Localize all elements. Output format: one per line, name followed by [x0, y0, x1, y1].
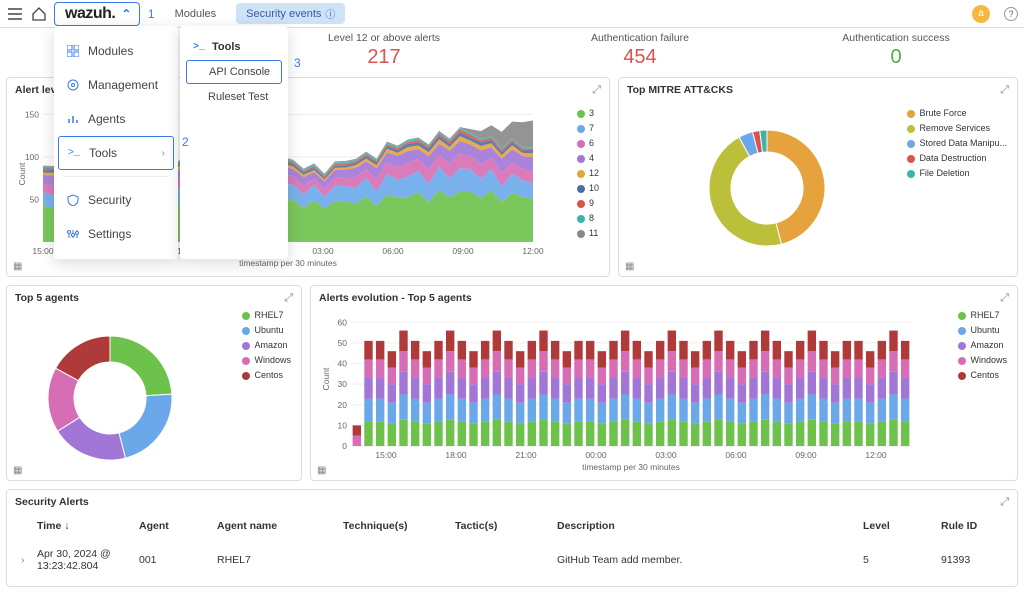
panel-title: Security Alerts [15, 496, 1009, 508]
svg-text:12:00: 12:00 [522, 246, 544, 256]
table-row[interactable]: › Apr 30, 2024 @ 13:23:42.804 001 RHEL7 … [17, 540, 1007, 580]
svg-text:03:00: 03:00 [655, 450, 677, 460]
chart-donut-top5 [15, 308, 205, 476]
panel-mitre: Top MITRE ATT&CKS ⤢ Brute ForceRemove Se… [618, 77, 1018, 277]
svg-text:60: 60 [338, 317, 348, 327]
chevron-right-icon: › [162, 148, 165, 159]
svg-text:03:00: 03:00 [312, 246, 334, 256]
panel-alerts-evolution: Alerts evolution - Top 5 agents ⤢ 0 10 20 3… [310, 285, 1018, 481]
svg-text:20: 20 [338, 400, 348, 410]
expand-icon[interactable]: ⤢ [1000, 292, 1009, 305]
svg-text:40: 40 [338, 359, 348, 369]
grid-icon [66, 44, 80, 58]
panel-security-alerts: Security Alerts ⤢ Time ↓AgentAgent nameT… [6, 489, 1018, 587]
svg-text:150: 150 [25, 110, 39, 120]
expand-row-icon[interactable]: › [17, 540, 31, 580]
legend-alert-level: 376412109811 [577, 106, 599, 241]
main-menu-dropdown: Modules Management Agents >_ Tools › Sec… [54, 26, 288, 259]
alerts-table: Time ↓AgentAgent nameTechnique(s)Tactic(… [15, 512, 1009, 582]
svg-text:09:00: 09:00 [452, 246, 474, 256]
breadcrumb-modules[interactable]: Modules [165, 5, 227, 23]
expand-icon[interactable]: ⤢ [284, 292, 293, 305]
table-icon[interactable]: ▦ [317, 465, 326, 476]
kpi-auth-success: Authentication success 0 [768, 32, 1024, 69]
svg-text:timestamp per 30 minutes: timestamp per 30 minutes [239, 258, 337, 268]
submenu-api-console[interactable]: API Console [186, 60, 282, 84]
legend-mitre: Brute ForceRemove ServicesStored Data Ma… [907, 106, 1007, 181]
table-icon[interactable]: ▦ [625, 261, 634, 272]
svg-text:15:00: 15:00 [32, 246, 54, 256]
svg-text:100: 100 [25, 152, 39, 162]
svg-text:50: 50 [338, 338, 348, 348]
gear-icon [66, 78, 80, 92]
expand-icon[interactable]: ⤢ [1000, 496, 1009, 509]
annotation-3: 3 [294, 56, 301, 70]
annotation-2: 2 [182, 135, 189, 149]
svg-text:18:00: 18:00 [445, 450, 467, 460]
svg-text:Count: Count [321, 367, 331, 390]
logo-text: wazuh. [65, 5, 115, 23]
info-icon: ⓘ [325, 6, 335, 21]
panel-title: Top MITRE ATT&CKS [627, 84, 1009, 96]
svg-text:09:00: 09:00 [795, 450, 817, 460]
sliders-icon [66, 227, 80, 241]
main-menu-level2: >_ Tools API Console Ruleset Test [180, 26, 288, 259]
svg-text:50: 50 [30, 195, 40, 205]
submenu-ruleset-test[interactable]: Ruleset Test [180, 84, 288, 110]
panel-top5-agents: Top 5 agents ⤢ RHEL7UbuntuAmazonWindowsC… [6, 285, 302, 481]
main-menu-level1: Modules Management Agents >_ Tools › Sec… [54, 26, 178, 259]
expand-icon[interactable]: ⤢ [1000, 84, 1009, 97]
table-icon[interactable]: ▦ [13, 465, 22, 476]
svg-text:10: 10 [338, 420, 348, 430]
home-icon[interactable] [30, 5, 48, 23]
menu-item-agents[interactable]: Agents [54, 102, 178, 136]
chart-bars: 0 10 20 30 40 50 60 15:00 18:00 21:00 00:00 03:00 06… [319, 308, 945, 478]
svg-text:06:00: 06:00 [725, 450, 747, 460]
panel-title: Alerts evolution - Top 5 agents [319, 292, 1009, 304]
svg-text:00:00: 00:00 [585, 450, 607, 460]
shield-icon [66, 193, 80, 207]
signal-icon [66, 112, 80, 126]
menu-item-settings[interactable]: Settings [54, 217, 178, 251]
agent-link[interactable]: 001 [135, 540, 211, 580]
svg-text:0: 0 [342, 441, 347, 451]
hamburger-icon[interactable] [6, 5, 24, 23]
legend-evolution: RHEL7UbuntuAmazonWindowsCentos [958, 308, 1007, 383]
menu-item-modules[interactable]: Modules [54, 34, 178, 68]
avatar[interactable]: a [972, 5, 990, 23]
menu-item-tools[interactable]: >_ Tools › [58, 136, 174, 170]
prompt-icon: >_ [192, 40, 206, 54]
svg-text:15:00: 15:00 [375, 450, 397, 460]
svg-text:Count: Count [17, 162, 27, 185]
chart-donut-mitre [627, 100, 877, 270]
chevron-up-icon: ⌃ [121, 7, 131, 21]
menu-item-security[interactable]: Security [54, 183, 178, 217]
topbar: wazuh. ⌃ 1 Modules Security events ⓘ a ? [0, 0, 1024, 28]
logo-dropdown[interactable]: wazuh. ⌃ [54, 2, 140, 26]
svg-text:12:00: 12:00 [865, 450, 887, 460]
submenu-header: >_ Tools [180, 34, 288, 60]
help-icon[interactable]: ? [1004, 7, 1018, 21]
rule-link[interactable]: 91393 [937, 540, 1007, 580]
expand-icon[interactable]: ⤢ [592, 84, 601, 97]
prompt-icon: >_ [67, 146, 81, 160]
breadcrumb-security-events[interactable]: Security events ⓘ [236, 3, 345, 24]
svg-text:06:00: 06:00 [382, 246, 404, 256]
svg-text:21:00: 21:00 [515, 450, 537, 460]
svg-text:30: 30 [338, 379, 348, 389]
svg-text:timestamp per 30 minutes: timestamp per 30 minutes [582, 462, 680, 472]
legend-top5: RHEL7UbuntuAmazonWindowsCentos [242, 308, 291, 383]
annotation-1: 1 [148, 7, 155, 21]
menu-item-management[interactable]: Management [54, 68, 178, 102]
panel-title: Top 5 agents [15, 292, 293, 304]
table-icon[interactable]: ▦ [13, 261, 22, 272]
kpi-auth-failure: Authentication failure 454 [512, 32, 768, 69]
